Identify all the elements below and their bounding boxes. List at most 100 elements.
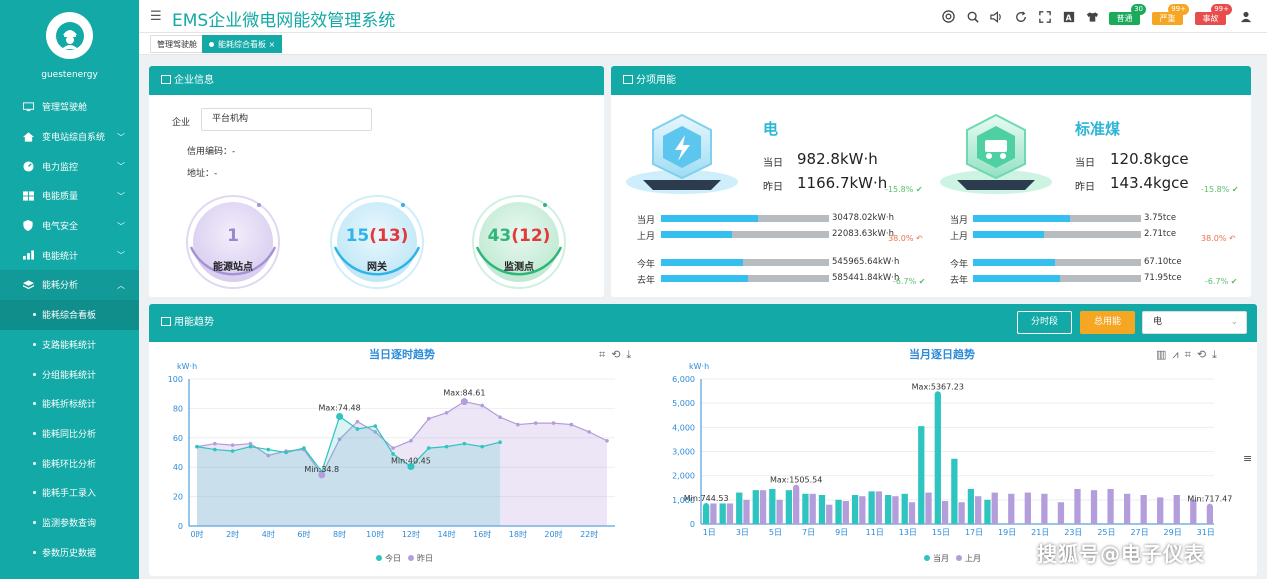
period-button[interactable]: 分时段: [1017, 311, 1072, 334]
bar: [818, 495, 826, 524]
elec-year-bar: [661, 259, 829, 266]
bar: [785, 490, 793, 524]
stat-monitor-points[interactable]: 43(12) 监测点: [469, 192, 569, 292]
sidebar-item[interactable]: 电能质量 ﹀: [0, 181, 139, 211]
chevron-down-icon: ﹀: [117, 162, 125, 172]
data-view-icon[interactable]: ≡: [1243, 452, 1252, 465]
x-tick-label: 18时: [509, 529, 527, 539]
bar-fill: [973, 215, 1071, 222]
sidebar-item[interactable]: 管理驾驶舱: [0, 92, 139, 122]
sidebar-subitem[interactable]: 监测参数查询: [0, 508, 139, 538]
grid-icon: [22, 190, 34, 202]
menu-toggle-icon[interactable]: ☰: [150, 9, 162, 24]
alarm-badge[interactable]: 事故 99+: [1195, 4, 1232, 25]
sidebar-subitem-label: 能耗手工录入: [42, 489, 97, 500]
tab-label: 管理驾驶舱: [157, 40, 197, 49]
data-point: [230, 443, 235, 447]
x-tick-label: 0时: [190, 529, 203, 539]
tab-dashboard[interactable]: 管理驾驶舱: [150, 35, 204, 53]
sidebar-subitem-label: 能耗环比分析: [42, 459, 97, 470]
data-point: [444, 411, 449, 415]
tab-label: 能耗综合看板: [218, 40, 266, 49]
sidebar-subitem[interactable]: 能耗环比分析: [0, 448, 139, 478]
data-point: [248, 444, 253, 449]
bar: [901, 493, 908, 524]
hourly-line-chart: kW·h 0 20 40 60 80 100 0时 2时 4时 6时 8时 10时 12时 14时 16时 18…: [168, 362, 615, 563]
bar: [941, 501, 949, 524]
sidebar-subitem-label: 能耗折标统计: [42, 400, 97, 411]
font-size-icon[interactable]: A: [1061, 9, 1076, 24]
tab-bar: 管理驾驶舱 能耗综合看板 ×: [139, 33, 1267, 55]
sidebar-item[interactable]: 变电站综自系统 ﹀: [0, 122, 139, 152]
elec-last-year-label: 去年: [637, 276, 656, 286]
x-tick-label: 3日: [736, 528, 749, 537]
sidebar-item[interactable]: 电能统计 ﹀: [0, 240, 139, 270]
stat-energy-sites[interactable]: 1 能源站点: [183, 192, 283, 292]
stat-gateways[interactable]: 15(13) 网关: [327, 192, 427, 292]
bullet-icon: [33, 372, 36, 376]
x-tick-label: 8时: [333, 529, 346, 539]
bar: [1074, 488, 1081, 524]
company-info-panel: 企业信息 企业 平台机构 信用编码：- 地址：- 1 能源站点 15(13) 网…: [149, 66, 604, 297]
layers-icon: [22, 279, 34, 291]
alarm-badge[interactable]: 普通 30: [1109, 4, 1146, 25]
coal-year-label: 今年: [950, 260, 969, 270]
energy-type-select[interactable]: 电 ⌄: [1142, 311, 1247, 334]
tab-energy-board[interactable]: 能耗综合看板 ×: [202, 35, 283, 53]
sidebar-subitem[interactable]: 能耗同比分析: [0, 419, 139, 449]
bar: [793, 487, 800, 524]
bar: [826, 504, 833, 524]
elec-today-value: 982.8kW·h: [797, 150, 878, 168]
chevron-up-icon: ︿: [117, 281, 125, 291]
bar: [1057, 502, 1065, 524]
x-tick-label: 31日: [1197, 528, 1215, 537]
elec-yesterday-label: 昨日: [763, 182, 783, 193]
sidebar-subitem[interactable]: 支路能耗统计: [0, 330, 139, 360]
alarm-badge-label: 普通: [1116, 14, 1133, 23]
refresh-icon[interactable]: [1013, 9, 1028, 24]
extreme-point: [460, 398, 468, 406]
search-icon[interactable]: [965, 9, 980, 24]
sidebar-subitem[interactable]: 参数历史数据: [0, 537, 139, 567]
help-icon[interactable]: [941, 9, 956, 24]
theme-shirt-icon[interactable]: [1085, 9, 1100, 24]
alarm-badge-count: 99+: [1211, 4, 1232, 15]
avatar[interactable]: [46, 12, 93, 59]
tab-close-icon[interactable]: ×: [269, 40, 276, 49]
y-tick-label: 4,000: [672, 423, 695, 432]
check-down-icon: ✔: [918, 277, 926, 286]
category-energy-panel: 分项用能 电 当日 982.8kW·h 昨日 1166.7kW·h -15.8%…: [611, 66, 1251, 297]
sidebar-item[interactable]: 电力监控 ﹀: [0, 151, 139, 181]
coal-platform-icon: [940, 113, 1052, 194]
alarm-badge-label: 严重: [1159, 14, 1176, 23]
annotation-label: Min:40.45: [391, 457, 431, 466]
sidebar-nav: 管理驾驶舱 变电站综自系统 ﹀ 电力监控 ﹀ 电能质量 ﹀ 电气安全 ﹀ 电能统计 ﹀ 能耗分析 ︿ 能耗…: [0, 92, 139, 567]
sidebar-item[interactable]: 电气安全 ﹀: [0, 211, 139, 241]
sidebar-subitem[interactable]: 能耗折标统计: [0, 389, 139, 419]
bar: [1008, 493, 1015, 524]
sidebar-item[interactable]: 能耗分析 ︿: [0, 270, 139, 300]
alarm-badge[interactable]: 严重 99+: [1152, 4, 1189, 25]
user-icon[interactable]: [1238, 9, 1253, 24]
elec-day-change: -15.8% ✔: [885, 185, 923, 194]
sidebar-subitem[interactable]: 能耗综合看板: [0, 299, 139, 330]
volume-icon[interactable]: [989, 9, 1004, 24]
company-select[interactable]: 平台机构: [201, 108, 372, 131]
coal-day-change: -15.8% ✔: [1201, 185, 1239, 194]
x-tick-label: 25日: [1097, 528, 1115, 537]
legend-label: 今日: [385, 553, 401, 563]
chevron-down-icon: ﹀: [117, 221, 125, 231]
alarm-badge-label: 事故: [1202, 14, 1219, 23]
x-tick-label: 9日: [835, 528, 848, 537]
sidebar-subitem[interactable]: 分组能耗统计: [0, 359, 139, 389]
bar: [759, 490, 767, 524]
total-energy-button[interactable]: 总用能: [1080, 311, 1135, 334]
coal-year-value: 67.10tce: [1144, 257, 1182, 267]
y-tick-label: 6,000: [672, 375, 695, 384]
x-tick-label: 6时: [297, 529, 310, 539]
x-tick-label: 17日: [965, 528, 983, 537]
fullscreen-icon[interactable]: [1037, 9, 1052, 24]
sidebar-item-label: 电气安全: [42, 222, 79, 233]
data-point: [569, 422, 574, 427]
sidebar-subitem[interactable]: 能耗手工录入: [0, 478, 139, 508]
